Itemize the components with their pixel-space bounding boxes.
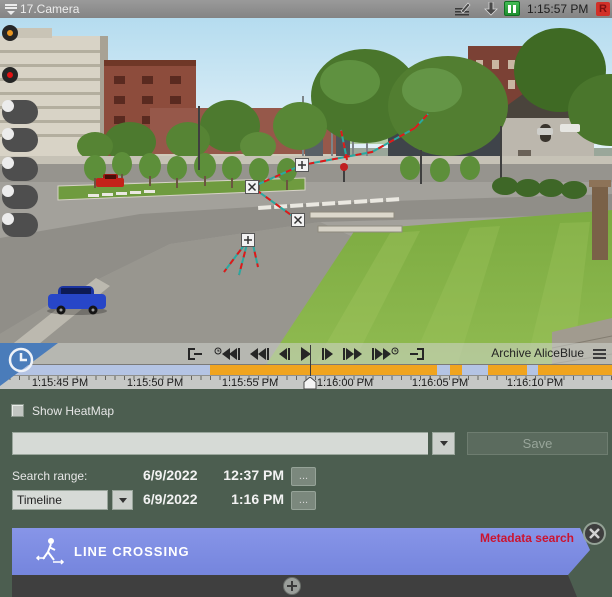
alert-button[interactable] xyxy=(2,25,18,41)
download-arrow-icon[interactable] xyxy=(484,2,498,19)
next-interval-clock-button[interactable] xyxy=(371,347,399,361)
save-button[interactable]: Save xyxy=(467,432,608,455)
record-button[interactable] xyxy=(2,67,18,83)
show-heatmap-label: Show HeatMap xyxy=(32,404,114,418)
range-end-browse-button[interactable]: ... xyxy=(291,491,316,510)
close-icon[interactable] xyxy=(583,522,606,545)
time-tick: 1:16:05 PM xyxy=(412,377,468,389)
action-button-1[interactable] xyxy=(2,100,38,124)
archive-label[interactable]: Archive AliceBlue xyxy=(491,346,584,360)
action-button-icon xyxy=(2,157,14,169)
video-viewport[interactable]: Archive AliceBlue 1:15:45 PM 1:15:50 PM … xyxy=(0,18,612,389)
camera-video-frame xyxy=(0,18,612,389)
action-button-icon xyxy=(2,128,14,140)
collapse-icon[interactable] xyxy=(5,4,17,18)
fast-forward-button[interactable] xyxy=(342,347,362,361)
camera-title: 17.Camera xyxy=(20,2,79,16)
step-forward-button[interactable] xyxy=(321,347,333,361)
playback-bar: Archive AliceBlue xyxy=(0,343,612,364)
query-combobox-arrow[interactable] xyxy=(432,432,455,455)
range-start-date[interactable]: 6/9/2022 xyxy=(143,467,198,483)
time-tick: 1:16:10 PM xyxy=(507,377,563,389)
range-start-time[interactable]: 12:37 PM xyxy=(222,467,284,483)
chevron-down-icon xyxy=(119,498,127,503)
range-mode-select-arrow[interactable] xyxy=(112,490,133,510)
playhead-line xyxy=(310,345,311,376)
line-crossing-banner[interactable]: LINE CROSSING Metadata search xyxy=(12,528,590,575)
playhead-marker[interactable] xyxy=(303,377,317,395)
action-button-2[interactable] xyxy=(2,128,38,152)
add-criteria-icon[interactable] xyxy=(283,577,301,595)
criteria-strip xyxy=(12,575,577,597)
action-button-icon xyxy=(2,213,14,225)
record-badge[interactable]: R xyxy=(596,2,610,16)
timeline-clock-icon[interactable] xyxy=(0,343,60,392)
query-combobox-input[interactable] xyxy=(12,432,428,455)
action-button-3[interactable] xyxy=(2,157,38,181)
show-heatmap-checkbox[interactable] xyxy=(11,404,24,417)
current-time: 1:15:57 PM xyxy=(527,2,588,16)
range-mode-select[interactable]: Timeline xyxy=(12,490,108,510)
line-crossing-icon xyxy=(34,536,66,571)
metadata-search-link[interactable]: Metadata search xyxy=(480,531,574,545)
fast-backward-button[interactable] xyxy=(250,347,270,361)
timeline-band[interactable] xyxy=(0,364,612,375)
range-end-date[interactable]: 6/9/2022 xyxy=(143,491,198,507)
time-tick: 1:15:50 PM xyxy=(127,377,183,389)
time-tick: 1:15:55 PM xyxy=(222,377,278,389)
window-titlebar: 17.Camera 1:15:57 PM R xyxy=(0,0,612,18)
action-button-5[interactable] xyxy=(2,213,38,237)
timeline-ruler[interactable]: 1:15:45 PM 1:15:50 PM 1:15:55 PM 1:16:00… xyxy=(0,375,612,389)
banner-title: LINE CROSSING xyxy=(74,544,190,559)
range-end-time[interactable]: 1:16 PM xyxy=(222,491,284,507)
time-tick: 1:16:00 PM xyxy=(317,377,373,389)
action-button-4[interactable] xyxy=(2,185,38,209)
jump-to-end-button[interactable] xyxy=(408,347,426,361)
prev-interval-clock-button[interactable] xyxy=(213,347,241,361)
pause-button[interactable] xyxy=(504,1,520,16)
search-range-label: Search range: xyxy=(12,469,87,483)
chevron-down-icon xyxy=(440,441,448,446)
archive-menu-icon[interactable] xyxy=(593,349,606,361)
step-backward-button[interactable] xyxy=(279,347,291,361)
jump-to-start-button[interactable] xyxy=(186,347,204,361)
annotate-icon[interactable] xyxy=(455,2,472,19)
range-start-browse-button[interactable]: ... xyxy=(291,467,316,486)
action-button-icon xyxy=(2,100,14,112)
action-button-icon xyxy=(2,185,14,197)
